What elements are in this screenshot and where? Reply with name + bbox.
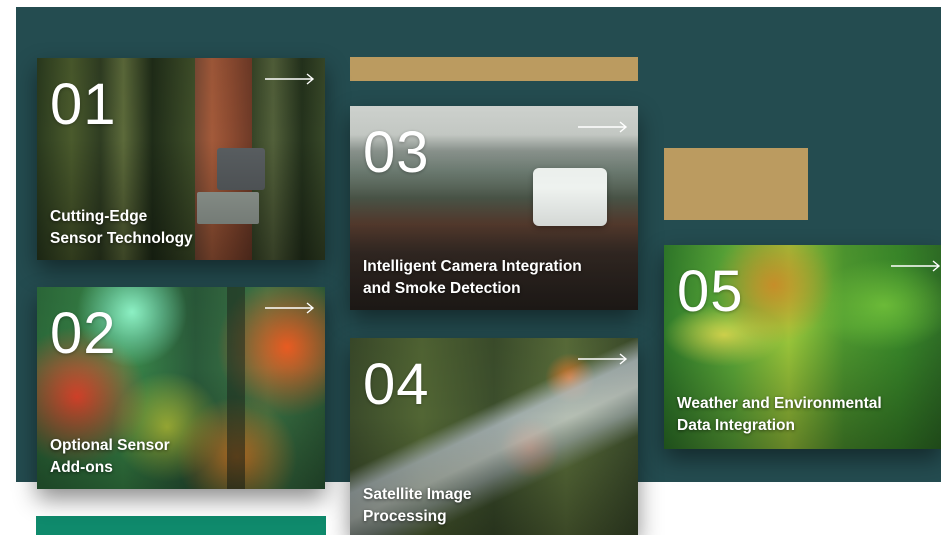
card-number: 03: [363, 120, 430, 185]
arrow-right-icon[interactable]: [891, 259, 941, 273]
feature-card-satellite-processing[interactable]: 04 Satellite Image Processing: [350, 338, 638, 535]
feature-card-sensor-technology[interactable]: 01 Cutting-Edge Sensor Technology: [37, 58, 325, 260]
arrow-right-icon[interactable]: [265, 72, 315, 86]
green-accent-bar: [36, 516, 326, 535]
card-title: Weather and Environmental Data Integrati…: [677, 395, 882, 434]
arrow-right-icon[interactable]: [265, 301, 315, 315]
feature-card-sensor-addons[interactable]: 02 Optional Sensor Add-ons: [37, 287, 325, 489]
feature-card-camera-smoke-detection[interactable]: 03 Intelligent Camera Integration and Sm…: [350, 106, 638, 310]
card-title: Intelligent Camera Integration and Smoke…: [363, 258, 582, 297]
card-number: 04: [363, 352, 430, 417]
arrow-right-icon[interactable]: [578, 120, 628, 134]
card-title: Optional Sensor Add-ons: [50, 437, 170, 476]
card-number: 05: [677, 259, 744, 324]
card-title: Cutting-Edge Sensor Technology: [50, 208, 193, 247]
gold-accent-bar: [350, 57, 638, 81]
card-number: 02: [50, 301, 117, 366]
card-number: 01: [50, 72, 117, 137]
arrow-right-icon[interactable]: [578, 352, 628, 366]
card-title: Satellite Image Processing: [363, 486, 472, 525]
gold-accent-block: [664, 148, 808, 220]
feature-card-weather-environment[interactable]: 05 Weather and Environmental Data Integr…: [664, 245, 941, 449]
